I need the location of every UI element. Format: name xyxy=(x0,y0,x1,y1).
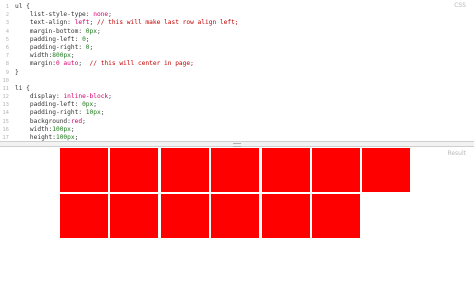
code-token: ; xyxy=(89,43,94,51)
code-token: inline-block xyxy=(63,93,109,101)
line-number: 9 xyxy=(5,69,9,76)
code-token: padding-left: xyxy=(15,35,83,43)
line-number: 4 xyxy=(5,28,9,35)
code-token: // this will center in page; xyxy=(89,60,194,68)
result-box-list xyxy=(60,148,416,240)
code-token: display: xyxy=(15,93,64,101)
code-token: 100px xyxy=(52,125,71,133)
code-token: li { xyxy=(15,84,30,92)
code-text[interactable]: margin-bottom: 0px; xyxy=(15,28,101,36)
css-editor-pane[interactable]: CSS 1 ul { 2 list-style-type: none; 3 text-… xyxy=(0,0,474,141)
code-token: padding-right: xyxy=(15,43,86,51)
code-token: ; xyxy=(74,134,79,141)
code-token: background: xyxy=(15,117,71,125)
line-number: 8 xyxy=(5,61,9,68)
code-text[interactable]: background:red; xyxy=(15,118,86,126)
line-number: 15 xyxy=(2,118,9,125)
line-number: 5 xyxy=(5,36,9,43)
code-token: text-align: xyxy=(15,19,75,27)
code-token: // this will make last row align left; xyxy=(96,19,239,27)
code-text[interactable]: li { xyxy=(15,85,30,93)
code-token: ; xyxy=(70,52,75,60)
code-token: ; xyxy=(82,117,86,125)
code-text[interactable]: padding-left: 0; xyxy=(15,36,90,44)
code-token: } xyxy=(15,68,19,76)
code-text[interactable]: height:100px; xyxy=(15,134,78,141)
code-token: 0 auto xyxy=(55,60,79,68)
code-token: ; xyxy=(70,125,75,133)
code-token: left xyxy=(74,19,90,27)
code-token: 10px xyxy=(85,109,101,117)
red-box xyxy=(160,148,209,192)
code-token: padding-left: xyxy=(15,101,83,109)
code-text[interactable]: display: inline-block; xyxy=(15,93,112,101)
code-token: ul { xyxy=(15,3,30,10)
code-token: ; xyxy=(78,60,90,68)
code-token: list-style-type: xyxy=(15,11,94,19)
red-box xyxy=(60,148,108,192)
red-box xyxy=(211,194,260,238)
red-box xyxy=(311,194,360,238)
code-token: none xyxy=(93,11,109,19)
red-box xyxy=(362,148,411,192)
code-text[interactable]: padding-right: 0; xyxy=(15,44,93,52)
code-token: ; xyxy=(85,35,90,43)
line-number: 10 xyxy=(2,77,9,84)
line-number: 16 xyxy=(2,126,9,133)
code-token: ; xyxy=(100,109,105,117)
code-token: width: xyxy=(15,125,53,133)
code-text[interactable]: text-align: left; // this will make last… xyxy=(15,19,239,27)
code-text[interactable]: list-style-type: none; xyxy=(15,11,112,19)
code-token: ; xyxy=(89,19,97,27)
code-token: ; xyxy=(108,11,112,19)
code-token: width: xyxy=(15,52,53,60)
red-box xyxy=(110,194,159,238)
red-box xyxy=(211,148,260,192)
red-box xyxy=(311,148,360,192)
line-number: 1 xyxy=(5,4,9,10)
code-token: 0px xyxy=(85,27,97,35)
red-box xyxy=(261,148,310,192)
code-token: 0px xyxy=(82,101,94,109)
code-text[interactable]: padding-right: 10px; xyxy=(15,109,105,117)
line-number: 14 xyxy=(2,110,9,117)
code-text[interactable]: } xyxy=(15,69,19,77)
code-token: height: xyxy=(15,134,56,141)
code-token: ; xyxy=(96,27,101,35)
code-text[interactable]: padding-left: 0px; xyxy=(15,101,97,109)
code-token: padding-right: xyxy=(15,109,86,117)
line-number: 12 xyxy=(2,94,9,101)
red-box xyxy=(60,194,108,238)
code-token: ; xyxy=(93,101,97,109)
code-token: 100px xyxy=(55,134,75,141)
red-box xyxy=(160,194,209,238)
code-text[interactable]: width:800px; xyxy=(15,52,75,60)
code-text[interactable]: ul { xyxy=(15,3,30,11)
line-number: 7 xyxy=(5,53,9,60)
line-number: 13 xyxy=(2,102,9,109)
code-token: margin: xyxy=(15,60,56,68)
code-token: ; xyxy=(108,93,112,101)
line-number: 6 xyxy=(5,44,9,51)
code-token: red xyxy=(70,117,83,125)
code-text[interactable]: width:100px; xyxy=(15,126,75,134)
code-token: margin-bottom: xyxy=(15,27,86,35)
line-number: 3 xyxy=(5,20,9,27)
line-number: 2 xyxy=(5,12,9,19)
result-pane-label: Result xyxy=(447,150,466,157)
red-box xyxy=(110,148,159,192)
result-pane: Result xyxy=(0,147,474,288)
css-pane-label: CSS xyxy=(454,2,466,9)
code-token: 800px xyxy=(52,52,71,60)
line-number: 11 xyxy=(2,85,9,92)
code-text[interactable]: margin:0 auto; // this will center in pa… xyxy=(15,60,194,68)
line-number: 17 xyxy=(2,135,9,141)
red-box xyxy=(261,194,310,238)
